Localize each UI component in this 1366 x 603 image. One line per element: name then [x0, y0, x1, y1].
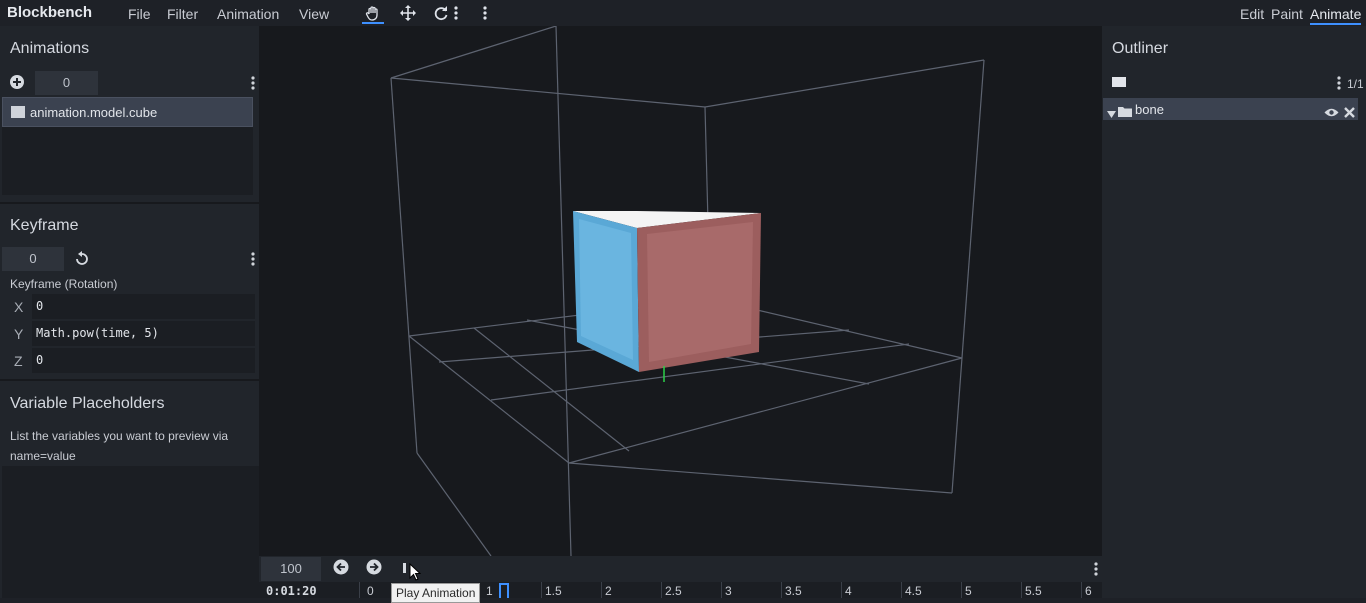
tick-line [961, 582, 962, 598]
outliner-title: Outliner [1112, 40, 1169, 57]
tick-line [721, 582, 722, 598]
mode-animate[interactable]: Animate [1310, 6, 1362, 25]
tick-label: 4 [845, 584, 852, 598]
timeline-menu-icon[interactable] [1093, 562, 1099, 576]
tick-label: 5.5 [1025, 584, 1042, 598]
outliner-item-label: bone [1135, 102, 1164, 117]
menu-view[interactable]: View [299, 6, 329, 22]
animations-title: Animations [10, 40, 90, 57]
play-animation-tooltip: Play Animation [391, 583, 481, 603]
variable-placeholders-input[interactable] [2, 466, 259, 598]
variable-placeholders-title: Variable Placeholders [10, 395, 165, 412]
animations-menu-icon[interactable] [250, 76, 256, 90]
tick-label: 1 [486, 584, 493, 598]
menu-file[interactable]: File [128, 6, 151, 22]
list-item[interactable]: animation.model.cube [2, 97, 253, 127]
tick-line [601, 582, 602, 598]
right-sidebar: Outliner 1/1 bone [1102, 26, 1366, 598]
eye-icon[interactable] [1324, 103, 1339, 122]
axis-label: Z [14, 353, 23, 369]
keyframe-menu-icon[interactable] [250, 252, 256, 266]
3d-viewport[interactable] [259, 26, 1102, 556]
keyframe-y-input[interactable]: Math.pow(time, 5) [32, 321, 255, 346]
tick-label: 3.5 [785, 584, 802, 598]
tick-line [1021, 582, 1022, 598]
keyframe-x-row: X 0 [8, 294, 255, 319]
tick-label: 0 [367, 584, 374, 598]
toolbar-more-icon[interactable] [480, 4, 490, 22]
close-icon[interactable] [1344, 103, 1355, 122]
tick-line [541, 582, 542, 598]
timeline-time: 0:01:20 [266, 584, 317, 598]
tick-label: 2.5 [665, 584, 682, 598]
scene-wireframe [390, 26, 985, 556]
top-bar: Blockbench File Filter Animation View Ed… [0, 0, 1366, 26]
mode-edit[interactable]: Edit [1240, 6, 1264, 22]
add-group-icon[interactable] [1112, 77, 1126, 87]
tick-line [781, 582, 782, 598]
keyframe-z-input[interactable]: 0 [32, 348, 255, 373]
axis-label: Y [14, 326, 24, 342]
keyframe-value-field[interactable]: 0 [2, 247, 64, 271]
keyframe-type-label: Keyframe (Rotation) [10, 277, 118, 291]
playhead[interactable] [499, 583, 509, 598]
timeline: 100 0:01:20 0 1 1.5 2 2.5 3 3.5 4 4.5 5 … [259, 556, 1102, 598]
folder-icon [1118, 102, 1132, 121]
add-animation-icon[interactable] [10, 75, 24, 89]
outliner-menu-icon[interactable] [1336, 76, 1342, 90]
tick-line [359, 582, 360, 598]
animation-list: animation.model.cube [2, 97, 253, 195]
previous-keyframe-icon[interactable] [331, 559, 351, 579]
app-title: Blockbench [7, 4, 93, 21]
mouse-cursor-icon [409, 562, 422, 585]
reset-icon[interactable] [74, 251, 90, 267]
tick-label: 1.5 [545, 584, 562, 598]
tick-label: 3 [725, 584, 732, 598]
move-tool-icon[interactable] [397, 4, 419, 22]
axis-label: X [14, 299, 24, 315]
timeline-zoom-field[interactable]: 100 [261, 557, 321, 581]
hand-tool-icon[interactable] [362, 4, 384, 24]
tick-label: 6 [1085, 584, 1092, 598]
outliner-count: 1/1 [1347, 77, 1364, 91]
keyframe-y-row: Y Math.pow(time, 5) [8, 321, 255, 346]
clapperboard-icon [11, 106, 25, 118]
tick-label: 5 [965, 584, 972, 598]
caret-down-icon[interactable] [1107, 104, 1116, 123]
tick-line [841, 582, 842, 598]
keyframe-title: Keyframe [10, 217, 79, 234]
rotate-tool-icon[interactable] [430, 4, 452, 22]
menu-filter[interactable]: Filter [167, 6, 198, 22]
panel-divider [0, 202, 259, 204]
tick-line [661, 582, 662, 598]
animation-counter-field[interactable]: 0 [35, 71, 98, 95]
keyframe-x-input[interactable]: 0 [32, 294, 255, 319]
list-item[interactable]: bone [1103, 98, 1358, 120]
variable-placeholders-description: List the variables you want to preview v… [10, 429, 229, 463]
panel-divider [0, 379, 259, 381]
tick-line [1081, 582, 1082, 598]
tick-label: 4.5 [905, 584, 922, 598]
keyframe-z-row: Z 0 [8, 348, 255, 373]
next-keyframe-icon[interactable] [364, 559, 384, 579]
tick-label: 2 [605, 584, 612, 598]
mode-paint[interactable]: Paint [1271, 6, 1303, 22]
animation-name: animation.model.cube [30, 105, 158, 120]
menu-animation[interactable]: Animation [217, 6, 279, 22]
tool-options-icon[interactable] [451, 4, 461, 22]
left-sidebar: Animations 0 animation.model.cube Keyfra… [0, 26, 259, 598]
tick-line [901, 582, 902, 598]
